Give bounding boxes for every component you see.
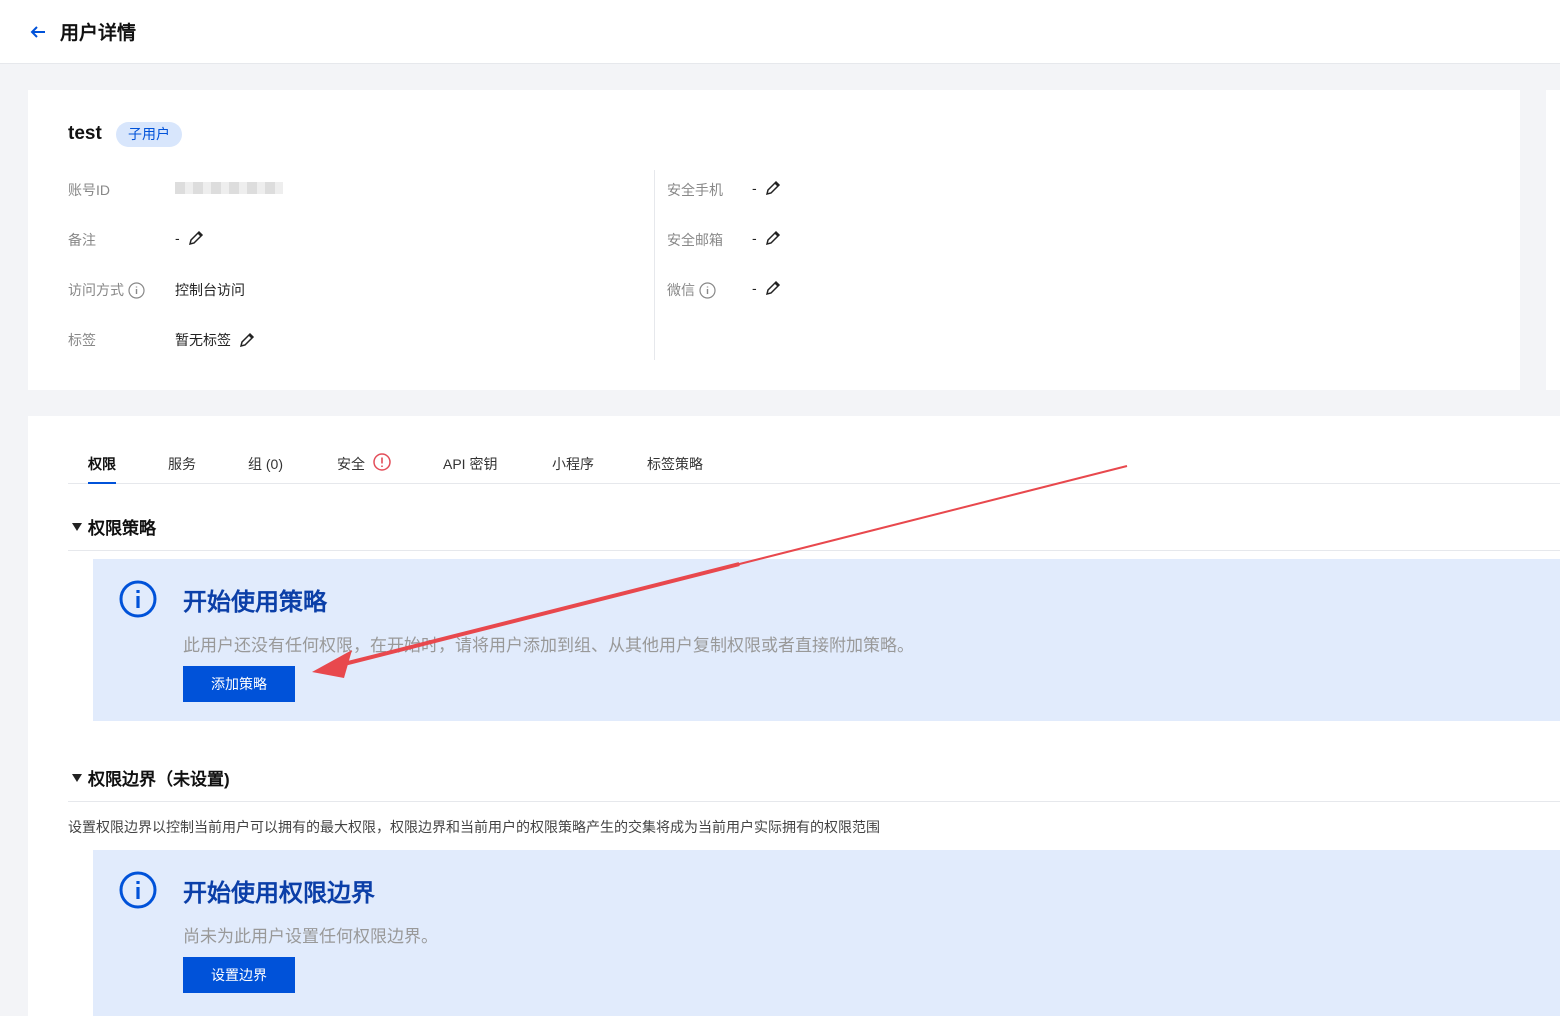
column-divider xyxy=(654,170,655,360)
policies-alert-title: 开始使用策略 xyxy=(183,589,327,616)
top-bar: 用户详情 xyxy=(0,0,1560,64)
policies-alert: 开始使用策略 此用户还没有任何权限，在开始时，请将用户添加到组、从其他用户复制权… xyxy=(93,559,1560,721)
tab-groups[interactable]: 组 (0) xyxy=(248,454,283,484)
boundary-alert-text: 尚未为此用户设置任何权限边界。 xyxy=(183,927,438,946)
tags-label: 标签 xyxy=(68,332,96,348)
warning-circle-icon xyxy=(373,453,391,471)
boundary-alert: 开始使用权限边界 尚未为此用户设置任何权限边界。 设置边界 xyxy=(93,850,1560,1016)
edit-email-pencil-icon[interactable] xyxy=(765,230,781,246)
boundary-alert-title: 开始使用权限边界 xyxy=(183,880,375,907)
info-circle-icon xyxy=(118,870,158,910)
boundary-description: 设置权限边界以控制当前用户可以拥有的最大权限，权限边界和当前用户的权限策略产生的… xyxy=(68,819,880,835)
set-boundary-button[interactable]: 设置边界 xyxy=(183,957,295,993)
caret-down-icon xyxy=(72,773,82,782)
security-email-value: - xyxy=(752,230,757,246)
redacted-account-id xyxy=(175,182,283,194)
wechat-row: - xyxy=(752,280,781,296)
security-phone-value: - xyxy=(752,180,757,196)
security-phone-label: 安全手机 xyxy=(667,182,723,198)
tags-value: 暂无标签 xyxy=(175,332,231,348)
back-arrow-icon[interactable] xyxy=(28,22,48,42)
security-email-label: 安全邮箱 xyxy=(667,232,723,248)
account-id-label: 账号ID xyxy=(68,182,110,198)
user-type-badge: 子用户 xyxy=(116,122,182,147)
security-phone-row: - xyxy=(752,180,781,196)
tab-services[interactable]: 服务 xyxy=(168,454,196,484)
tab-bar: 权限 服务 组 (0) 安全 API 密钥 小程序 标签策略 xyxy=(68,453,1560,484)
info-circle-icon[interactable] xyxy=(128,281,145,299)
tab-security[interactable]: 安全 xyxy=(337,453,391,484)
info-circle-icon[interactable] xyxy=(699,281,716,299)
account-id-value xyxy=(175,182,283,194)
edit-phone-pencil-icon[interactable] xyxy=(765,180,781,196)
permissions-card: 权限 服务 组 (0) 安全 API 密钥 小程序 标签策略 权限策略 开始使用… xyxy=(28,416,1560,1016)
access-method-label-row: 访问方式 xyxy=(68,280,145,300)
remark-value: - xyxy=(175,230,180,246)
edit-tags-pencil-icon[interactable] xyxy=(239,332,255,348)
tab-api-keys[interactable]: API 密钥 xyxy=(443,454,497,484)
wechat-label-row: 微信 xyxy=(667,280,716,300)
boundary-section-toggle[interactable]: 权限边界（未设置) xyxy=(72,765,230,790)
policies-section-title: 权限策略 xyxy=(88,519,156,538)
user-name: test xyxy=(68,123,102,144)
tab-tag-policy[interactable]: 标签策略 xyxy=(647,454,703,484)
info-circle-icon xyxy=(118,579,158,619)
access-method-label: 访问方式 xyxy=(68,282,124,298)
user-info-card: test 子用户 账号ID 备注 - 访问方式 控制台访问 标签 暂无标签 安全… xyxy=(28,90,1520,390)
security-email-row: - xyxy=(752,230,781,246)
side-panel-edge xyxy=(1546,90,1560,390)
caret-down-icon xyxy=(72,522,82,531)
edit-remark-pencil-icon[interactable] xyxy=(188,230,204,246)
wechat-label: 微信 xyxy=(667,282,695,298)
section-divider xyxy=(68,550,1560,551)
add-policy-button[interactable]: 添加策略 xyxy=(183,666,295,702)
page-title: 用户详情 xyxy=(60,23,137,44)
section-divider xyxy=(68,801,1560,802)
tab-security-label: 安全 xyxy=(337,456,365,472)
tags-value-row: 暂无标签 xyxy=(175,330,255,350)
tab-permissions[interactable]: 权限 xyxy=(88,454,116,484)
policies-alert-text: 此用户还没有任何权限，在开始时，请将用户添加到组、从其他用户复制权限或者直接附加… xyxy=(183,636,914,655)
tab-mini-program[interactable]: 小程序 xyxy=(552,454,594,484)
boundary-section-title: 权限边界（未设置) xyxy=(88,770,230,789)
policies-section-toggle[interactable]: 权限策略 xyxy=(72,514,156,539)
access-method-value: 控制台访问 xyxy=(175,282,245,298)
remark-label: 备注 xyxy=(68,232,96,248)
wechat-value: - xyxy=(752,280,757,296)
edit-wechat-pencil-icon[interactable] xyxy=(765,280,781,296)
remark-value-row: - xyxy=(175,230,204,246)
